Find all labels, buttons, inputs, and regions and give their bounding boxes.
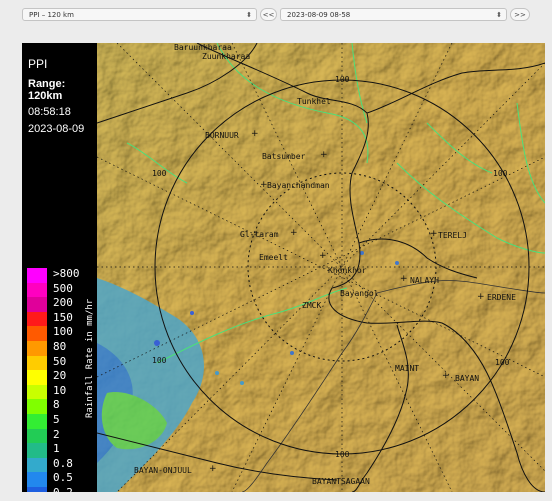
place-label: BAYAN-ONJUUL: [134, 466, 192, 475]
scale-label: 50: [53, 354, 67, 368]
scale-label: 150: [53, 310, 73, 324]
scale-swatch: [27, 370, 47, 385]
scale-swatch: [27, 384, 47, 400]
scale-label: 20: [53, 369, 67, 383]
scale-swatch: [27, 282, 47, 298]
place-label: Khonkhor: [328, 266, 367, 275]
scale-swatch: [27, 413, 47, 429]
scale-label: 200: [53, 296, 73, 310]
scale-swatch: [27, 311, 47, 327]
scale-swatch: [27, 399, 47, 414]
scale-label: 8: [53, 398, 60, 412]
range-label-se: 100: [495, 358, 510, 367]
chevron-down-icon: ⬍: [496, 11, 502, 19]
range-label-n: 100: [335, 75, 350, 84]
place-marker: +: [430, 229, 438, 239]
unit-label: Rainfall Rate in mm/hr: [85, 298, 95, 418]
range-label-ne: 100: [493, 169, 508, 178]
time-label: 08:58:18: [28, 106, 71, 118]
scale-swatch: [27, 486, 47, 492]
place-marker: +: [319, 251, 327, 261]
place-label: BAYAN: [455, 374, 479, 383]
place-label: Batsumber: [262, 152, 306, 161]
scale-label: 0.2: [53, 486, 73, 492]
range-label: Range: 120km: [28, 78, 66, 102]
toolbar: PPI – 120 km ⬍ << 2023-08-09 08-58 ⬍ >>: [0, 0, 552, 30]
range-label-nw: 100: [152, 169, 167, 178]
scale-swatch: [27, 443, 47, 458]
place-marker: +: [400, 274, 408, 284]
place-marker: +: [320, 150, 328, 160]
scale-label: 0.8: [53, 456, 73, 470]
scale-swatch: [27, 457, 47, 473]
product-select-value: PPI – 120 km: [29, 11, 74, 19]
place-label: Tunkhel: [297, 97, 331, 106]
place-marker: +: [209, 464, 217, 474]
color-scale: [27, 268, 47, 492]
place-marker: +: [442, 371, 450, 381]
place-label: Bayanchandman: [267, 181, 330, 190]
place-label: Baruunkharaa: [174, 43, 232, 52]
place-label: MAINT: [395, 364, 419, 373]
scale-label: 2: [53, 427, 60, 441]
product-select[interactable]: PPI – 120 km ⬍: [22, 8, 257, 21]
place-label: TERELJ: [438, 231, 467, 240]
place-marker: +: [260, 180, 268, 190]
place-marker: +: [477, 292, 485, 302]
radar-frame: PPI Range: 120km 08:58:18 2023-08-09 >80…: [22, 43, 545, 492]
place-label: Zuunkharaa: [202, 52, 250, 61]
place-label: ZMCK: [302, 301, 321, 310]
info-panel: PPI Range: 120km 08:58:18 2023-08-09 >80…: [22, 43, 97, 492]
scale-label: 1: [53, 442, 60, 456]
scale-label: 10: [53, 383, 67, 397]
time-select[interactable]: 2023-08-09 08-58 ⬍: [280, 8, 507, 21]
place-marker: +: [251, 129, 259, 139]
radar-map[interactable]: 100 100 100 100 100 100 Baruunkharaa Zuu…: [97, 43, 545, 492]
scale-label: 80: [53, 340, 67, 353]
time-select-value: 2023-08-09 08-58: [287, 11, 351, 19]
scale-swatch: [27, 472, 47, 487]
scale-swatch: [27, 326, 47, 341]
place-marker: +: [290, 228, 298, 238]
next-button[interactable]: >>: [510, 8, 530, 21]
scale-label: >800: [53, 267, 80, 280]
prev-button[interactable]: <<: [260, 8, 277, 21]
range-label-s: 100: [335, 450, 350, 459]
scale-swatch: [27, 268, 47, 283]
place-label: ERDENE: [487, 293, 516, 302]
range-label-sw: 100: [152, 356, 167, 365]
scale-swatch: [27, 355, 47, 371]
place-label: BAYANTSAGAAN: [312, 477, 370, 486]
chevron-down-icon: ⬍: [246, 11, 252, 19]
scale-swatch: [27, 340, 47, 356]
scale-label: 5: [53, 413, 60, 426]
date-label: 2023-08-09: [28, 123, 85, 135]
place-label: Emeelt: [259, 253, 288, 262]
place-label: NALAYH: [410, 276, 439, 285]
scale-swatch: [27, 428, 47, 444]
scale-label: 500: [53, 281, 73, 295]
place-label: BORNUUR: [205, 131, 239, 140]
place-label: Bayangol: [340, 289, 379, 298]
place-label: Gl-taram: [240, 230, 279, 239]
scale-label: 100: [53, 325, 73, 339]
scale-label: 0.5: [53, 471, 73, 485]
product-label: PPI: [28, 57, 48, 71]
scale-swatch: [27, 297, 47, 312]
